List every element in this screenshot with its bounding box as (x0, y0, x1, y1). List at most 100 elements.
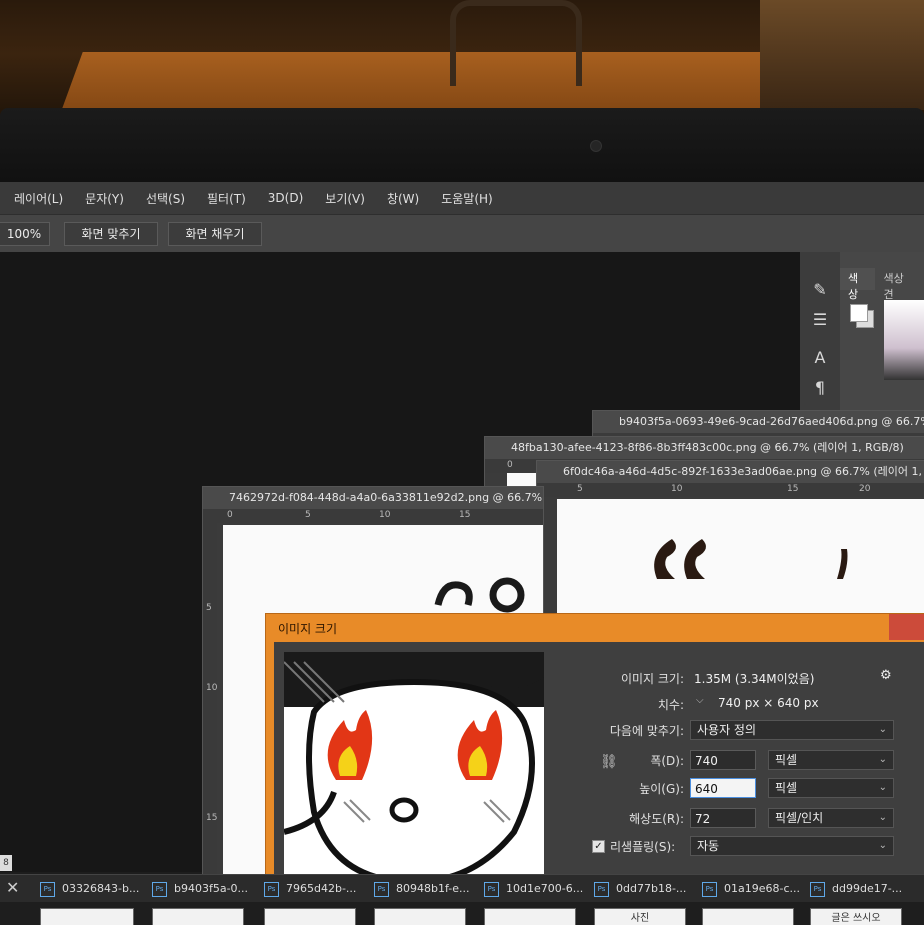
ruler-tick: 5 (206, 603, 212, 613)
ps-file-icon: Ps (702, 882, 717, 897)
fit-screen-button[interactable]: 화면 맞추기 (64, 222, 158, 246)
document-tab-label: 01a19e68-c... (724, 882, 801, 895)
document-title[interactable]: 7462972d-f084-448d-a4a0-6a33811e92d2.png… (203, 487, 543, 509)
document-thumbnail[interactable] (264, 908, 356, 925)
close-icon[interactable]: ✕ (6, 878, 19, 897)
document-thumbnail[interactable]: 사진 (594, 908, 686, 925)
menu-window[interactable]: 창(W) (387, 190, 419, 207)
ruler-tick: 15 (206, 813, 218, 823)
document-title[interactable]: b9403f5a-0693-49e6-9cad-26d76aed406d.png… (593, 411, 924, 433)
dialog-close-button[interactable] (889, 614, 924, 640)
ruler-tick: 15 (459, 510, 471, 520)
document-tab-label: 0dd77b18-... (616, 882, 687, 895)
resample-label: 리샘플링(S): (610, 840, 676, 854)
ps-file-icon: Ps (264, 882, 279, 897)
dialog-title: 이미지 크기 (278, 622, 338, 636)
ps-file-icon: Ps (152, 882, 167, 897)
horizontal-ruler: 0 5 10 15 (203, 509, 543, 523)
ruler-tick: 10 (671, 484, 683, 494)
document-tab-label: 7965d42b-... (286, 882, 357, 895)
image-preview[interactable] (284, 652, 544, 902)
resolution-label: 해상도(R): (629, 812, 684, 826)
menu-help[interactable]: 도움말(H) (441, 190, 493, 207)
document-thumbnail[interactable]: 글은 쓰시오 (810, 908, 902, 925)
image-size-value: 1.35M (3.34M이었음) (694, 672, 815, 686)
document-tab-label: b9403f5a-0... (174, 882, 249, 895)
width-input[interactable]: 740 (690, 750, 756, 770)
adjustments-icon[interactable]: ☰ (810, 310, 830, 330)
document-thumbnail[interactable] (484, 908, 576, 925)
document-tab[interactable]: Ps 10d1e700-6... (484, 880, 583, 898)
document-title[interactable]: 48fba130-afee-4123-8f86-8b3ff483c00c.png… (485, 437, 924, 459)
menu-view[interactable]: 보기(V) (325, 190, 365, 207)
menu-select[interactable]: 선택(S) (146, 190, 185, 207)
thumbnail-text: 글은 쓰시오 (831, 913, 881, 924)
chevron-down-icon: ⌄ (878, 782, 887, 793)
color-picker-field[interactable] (884, 300, 924, 380)
dimensions-label: 치수: (657, 698, 684, 712)
height-unit-select[interactable]: 픽셀 ⌄ (768, 778, 894, 798)
resample-select[interactable]: 자동 ⌄ (690, 836, 894, 856)
document-thumbnail[interactable] (374, 908, 466, 925)
menu-layer[interactable]: 레이어(L) (14, 190, 63, 207)
gear-icon[interactable]: ⚙ (880, 668, 892, 683)
webcam-icon (590, 140, 602, 152)
menu-filter[interactable]: 필터(T) (207, 190, 246, 207)
tab-swatches[interactable]: 색상 견 (875, 268, 924, 301)
document-title[interactable]: 6f0dc46a-a46d-4d5c-892f-1633e3ad06ae.png… (537, 461, 924, 483)
ruler-tick: 0 (507, 460, 513, 470)
color-panel: 색상 색상 견 (840, 252, 924, 412)
brush-settings-icon[interactable]: ✎ (810, 280, 830, 300)
menu-3d[interactable]: 3D(D) (268, 191, 303, 205)
resample-checkbox[interactable]: ✓ (592, 840, 605, 853)
color-panel-tabs: 색상 색상 견 (840, 268, 924, 301)
fit-to-value: 사용자 정의 (697, 723, 757, 737)
chevron-down-icon: ⌄ (878, 724, 887, 735)
resample-value: 자동 (697, 839, 720, 853)
character-icon[interactable]: A (810, 348, 830, 368)
document-tab-label: 03326843-b... (62, 882, 140, 895)
height-label: 높이(G): (639, 782, 684, 796)
ruler-tick: 15 (787, 484, 799, 494)
document-tab[interactable]: Ps dd99de17-... (810, 880, 902, 898)
width-unit-select[interactable]: 픽셀 ⌄ (768, 750, 894, 770)
thumbnail-row: 사진 글은 쓰시오 (0, 902, 924, 925)
thumbnail-text: 사진 (630, 913, 650, 924)
ps-file-icon: Ps (594, 882, 609, 897)
photoshop-screen: 레이어(L) 문자(Y) 선택(S) 필터(T) 3D(D) 보기(V) 창(W… (0, 182, 924, 925)
resolution-input[interactable]: 72 (690, 808, 756, 828)
document-tab[interactable]: Ps b9403f5a-0... (152, 880, 248, 898)
ruler-tick: 10 (206, 683, 218, 693)
fill-screen-button[interactable]: 화면 채우기 (168, 222, 262, 246)
document-thumbnail[interactable] (702, 908, 794, 925)
resolution-unit-select[interactable]: 픽셀/인치 ⌄ (768, 808, 894, 828)
ps-file-icon: Ps (40, 882, 55, 897)
options-bar: 100% 화면 맞추기 화면 채우기 (0, 214, 924, 253)
document-tab[interactable]: Ps 01a19e68-c... (702, 880, 800, 898)
height-unit-value: 픽셀 (775, 781, 798, 795)
document-thumbnail[interactable] (152, 908, 244, 925)
chair-frame (450, 0, 582, 86)
document-thumbnail[interactable] (40, 908, 134, 925)
fit-to-label: 다음에 맞추기: (609, 724, 684, 738)
paragraph-icon[interactable]: ¶ (810, 378, 830, 398)
document-tab[interactable]: Ps 7965d42b-... (264, 880, 356, 898)
status-zoom-indicator: 8 (0, 855, 12, 871)
monitor-bezel (0, 108, 924, 188)
fit-to-select[interactable]: 사용자 정의 ⌄ (690, 720, 894, 740)
document-tab-label: dd99de17-... (832, 882, 903, 895)
dimensions-dropdown-icon[interactable]: ⌵ (696, 695, 704, 706)
ruler-tick: 0 (227, 510, 233, 520)
foreground-color-swatch[interactable] (850, 304, 868, 322)
tab-color[interactable]: 색상 (840, 268, 876, 301)
document-tab[interactable]: Ps 0dd77b18-... (594, 880, 686, 898)
height-input[interactable]: 640 (690, 778, 756, 798)
zoom-100-button[interactable]: 100% (0, 222, 50, 246)
ruler-tick: 20 (859, 484, 871, 494)
width-unit-value: 픽셀 (775, 753, 798, 767)
menu-type[interactable]: 문자(Y) (85, 190, 124, 207)
ps-file-icon: Ps (484, 882, 499, 897)
chevron-down-icon: ⌄ (878, 754, 887, 765)
document-tab[interactable]: Ps 03326843-b... (40, 880, 139, 898)
document-tab[interactable]: Ps 80948b1f-e... (374, 880, 469, 898)
